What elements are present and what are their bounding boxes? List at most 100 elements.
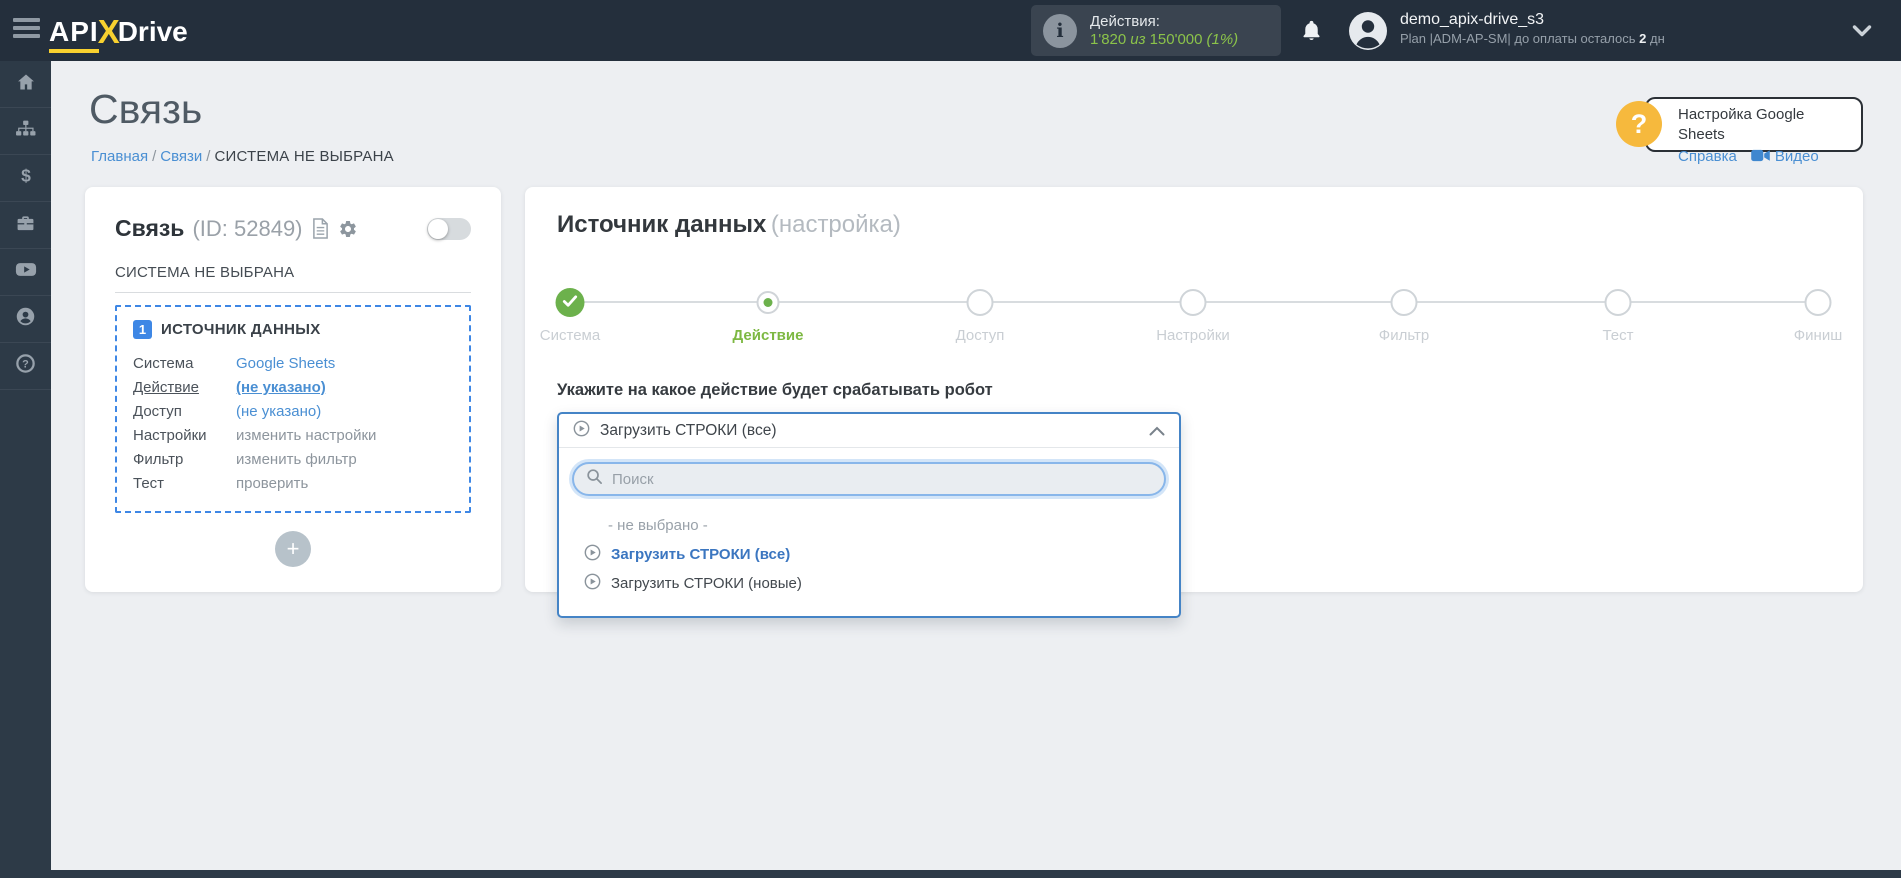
source-row-value[interactable]: (не указано)	[236, 400, 321, 424]
dollar-icon: $	[16, 166, 36, 191]
menu-icon[interactable]	[13, 18, 40, 42]
logo-text-x: X	[98, 13, 120, 51]
counter-label: Действия:	[1090, 13, 1242, 31]
logo-text-drive: Drive	[118, 16, 188, 48]
source-row-value[interactable]: изменить настройки	[236, 424, 376, 448]
search-input[interactable]	[612, 471, 1152, 488]
user-avatar[interactable]	[1348, 11, 1388, 56]
apixdrive-logo[interactable]: APIXDrive	[49, 11, 188, 53]
home-icon	[16, 72, 36, 97]
source-number-badge: 1	[133, 320, 152, 339]
notifications-bell-icon[interactable]	[1300, 18, 1323, 48]
source-row-label: Система	[133, 352, 236, 376]
youtube-icon	[15, 260, 37, 284]
document-icon[interactable]	[312, 218, 329, 239]
step-label: Фильтр	[1379, 327, 1429, 344]
link-enable-toggle[interactable]	[427, 218, 471, 240]
chevron-down-icon[interactable]	[1852, 24, 1872, 43]
panel-title-note: (настройка)	[771, 211, 901, 238]
active-dot	[764, 298, 773, 307]
help-box: Настройка Google Sheets Справка Видео	[1645, 97, 1863, 152]
link-card-title: Связь	[115, 215, 184, 242]
help-link[interactable]: Справка	[1678, 148, 1737, 165]
source-rows: Система Google Sheets Действие (не указа…	[133, 352, 453, 496]
video-link[interactable]: Видео	[1775, 148, 1819, 165]
user-menu[interactable]: demo_apix-drive_s3 Plan |ADM-AP-SM| до о…	[1400, 9, 1665, 48]
check-icon	[563, 294, 578, 312]
topbar: APIXDrive i Действия: 1'820из150'000(1%)…	[0, 0, 1901, 61]
step-node-2[interactable]	[757, 291, 780, 314]
source-row: Система Google Sheets	[133, 352, 453, 376]
source-heading: ИСТОЧНИК ДАННЫХ	[161, 321, 321, 338]
sidebar-item-help[interactable]: ?	[0, 343, 51, 390]
source-row: Доступ (не указано)	[133, 400, 453, 424]
step-node-4[interactable]	[1180, 289, 1207, 316]
source-row: Действие (не указано)	[133, 376, 453, 400]
bottom-strip	[0, 870, 1901, 878]
gear-icon[interactable]	[338, 219, 358, 239]
breadcrumb-link[interactable]: Связи	[160, 148, 202, 165]
video-camera-icon	[1751, 149, 1770, 166]
dropdown-header[interactable]: Загрузить СТРОКИ (все)	[559, 414, 1179, 448]
step-label: Система	[540, 327, 600, 344]
chevron-up-icon[interactable]	[1149, 426, 1165, 436]
dropdown-options: - не выбрано - Загрузить СТРОКИ (все) За…	[572, 511, 1166, 598]
source-row-label: Фильтр	[133, 448, 236, 472]
source-row-label: Тест	[133, 472, 236, 496]
step-label: Настройки	[1156, 327, 1230, 344]
breadcrumb-link[interactable]: Главная	[91, 148, 148, 165]
step-label: Доступ	[956, 327, 1005, 344]
help-question-icon[interactable]: ?	[1616, 101, 1662, 147]
add-system-button[interactable]: +	[275, 531, 311, 567]
username: demo_apix-drive_s3	[1400, 9, 1665, 30]
sidebar-item-youtube[interactable]	[0, 249, 51, 296]
sidebar-item-home[interactable]	[0, 61, 51, 108]
step-label: Действие	[733, 327, 804, 344]
step-node-3[interactable]	[967, 289, 994, 316]
step-node-6[interactable]	[1605, 289, 1632, 316]
sidebar-item-user[interactable]	[0, 296, 51, 343]
source-row-value[interactable]: (не указано)	[236, 376, 326, 400]
data-source-block[interactable]: 1 ИСТОЧНИК ДАННЫХ Система Google Sheets …	[115, 305, 471, 513]
source-row: Настройки изменить настройки	[133, 424, 453, 448]
link-status: СИСТЕМА НЕ ВЫБРАНА	[115, 264, 471, 281]
briefcase-icon	[15, 213, 36, 238]
source-row: Тест проверить	[133, 472, 453, 496]
dropdown-option[interactable]: Загрузить СТРОКИ (все)	[572, 540, 1166, 569]
info-icon: i	[1043, 14, 1077, 48]
user-icon	[15, 306, 36, 332]
source-row-value[interactable]: проверить	[236, 472, 308, 496]
breadcrumb: Главная/Связи/СИСТЕМА НЕ ВЫБРАНА	[91, 148, 394, 165]
dropdown-option[interactable]: Загрузить СТРОКИ (новые)	[572, 569, 1166, 598]
step-node-1[interactable]	[556, 288, 585, 317]
source-row-label: Доступ	[133, 400, 236, 424]
step-node-7[interactable]	[1805, 289, 1832, 316]
dropdown-search	[572, 462, 1166, 496]
svg-text:$: $	[21, 166, 31, 185]
source-row: Фильтр изменить фильтр	[133, 448, 453, 472]
sidebar-item-sitemap[interactable]	[0, 108, 51, 155]
step-node-5[interactable]	[1391, 289, 1418, 316]
logo-text-api: API	[49, 16, 99, 53]
source-row-label: Действие	[133, 376, 236, 400]
step-label: Финиш	[1794, 327, 1842, 344]
source-row-value[interactable]: Google Sheets	[236, 352, 335, 376]
action-question: Укажите на какое действие будет срабатыв…	[557, 381, 1831, 400]
breadcrumb-separator: /	[152, 148, 156, 165]
svg-text:?: ?	[22, 358, 29, 370]
plan-info: Plan |ADM-AP-SM| до оплаты осталось 2 дн	[1400, 30, 1665, 48]
source-row-value[interactable]: изменить фильтр	[236, 448, 357, 472]
play-circle-icon	[584, 544, 601, 565]
sitemap-icon	[15, 119, 36, 143]
step-label: Тест	[1602, 327, 1633, 344]
help-box-title: Настройка Google Sheets	[1678, 105, 1851, 145]
play-circle-icon	[573, 420, 590, 442]
breadcrumb-current: СИСТЕМА НЕ ВЫБРАНА	[214, 148, 393, 165]
link-id: (ID: 52849)	[192, 216, 302, 242]
link-card: Связь (ID: 52849) СИСТЕМА НЕ ВЫБРАНА 1 И…	[85, 187, 501, 592]
dropdown-selected-value: Загрузить СТРОКИ (все)	[600, 422, 777, 440]
search-icon	[586, 468, 603, 490]
sidebar-item-briefcase[interactable]	[0, 202, 51, 249]
sidebar-item-dollar[interactable]: $	[0, 155, 51, 202]
dropdown-option[interactable]: - не выбрано -	[572, 511, 1166, 540]
